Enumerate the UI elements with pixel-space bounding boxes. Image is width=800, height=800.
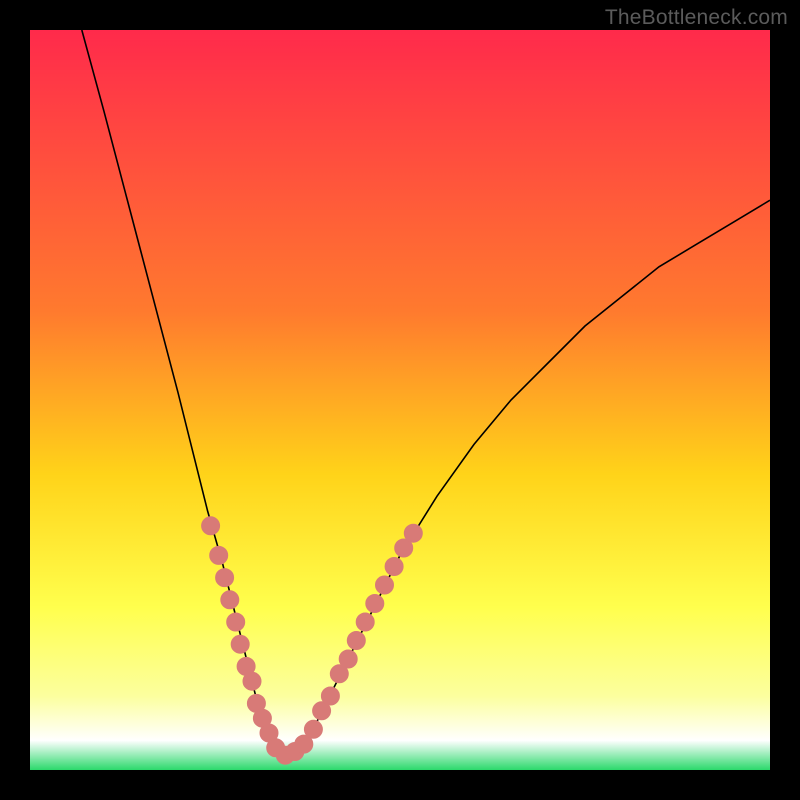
curve-marker [243,672,261,690]
gradient-background [30,30,770,770]
curve-marker [202,517,220,535]
curve-marker [231,635,249,653]
curve-marker [347,632,365,650]
watermark-text: TheBottleneck.com [605,6,788,30]
chart-frame: TheBottleneck.com [0,0,800,800]
curve-marker [404,524,422,542]
curve-marker [321,687,339,705]
curve-marker [304,720,322,738]
chart-svg [30,30,770,770]
curve-marker [376,576,394,594]
curve-marker [210,546,228,564]
curve-marker [221,591,239,609]
curve-marker [356,613,374,631]
curve-marker [339,650,357,668]
curve-marker [385,558,403,576]
curve-marker [227,613,245,631]
chart-plot-area [30,30,770,770]
curve-marker [366,595,384,613]
curve-marker [216,569,234,587]
